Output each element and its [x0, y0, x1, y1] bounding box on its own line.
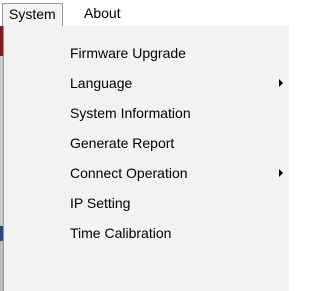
menu-bar: System About [0, 0, 289, 27]
icon-gutter [4, 26, 32, 291]
menu-item-label: System Information [70, 105, 191, 121]
menu-item-ip-setting[interactable]: IP Setting [8, 191, 288, 215]
application-window: System About Firmware Upgrade Language S… [0, 0, 289, 291]
menu-item-connect-operation[interactable]: Connect Operation [8, 161, 288, 185]
submenu-arrow-icon [279, 79, 283, 87]
menu-system[interactable]: System [2, 3, 63, 27]
menu-item-label: Firmware Upgrade [70, 45, 186, 61]
menu-item-label: IP Setting [70, 195, 131, 211]
menu-item-system-information[interactable]: System Information [8, 101, 288, 125]
menu-item-label: Connect Operation [70, 165, 188, 181]
menu-item-label: Language [70, 75, 133, 91]
menu-item-firmware-upgrade[interactable]: Firmware Upgrade [8, 41, 288, 65]
system-dropdown-menu: Firmware Upgrade Language System Informa… [3, 26, 289, 291]
menu-item-time-calibration[interactable]: Time Calibration [8, 221, 288, 245]
menu-item-label: Generate Report [70, 135, 175, 151]
submenu-arrow-icon [279, 169, 283, 177]
menu-about[interactable]: About [78, 3, 127, 23]
menu-item-generate-report[interactable]: Generate Report [8, 131, 288, 155]
menu-item-label: Time Calibration [70, 225, 172, 241]
menu-item-language[interactable]: Language [8, 71, 288, 95]
